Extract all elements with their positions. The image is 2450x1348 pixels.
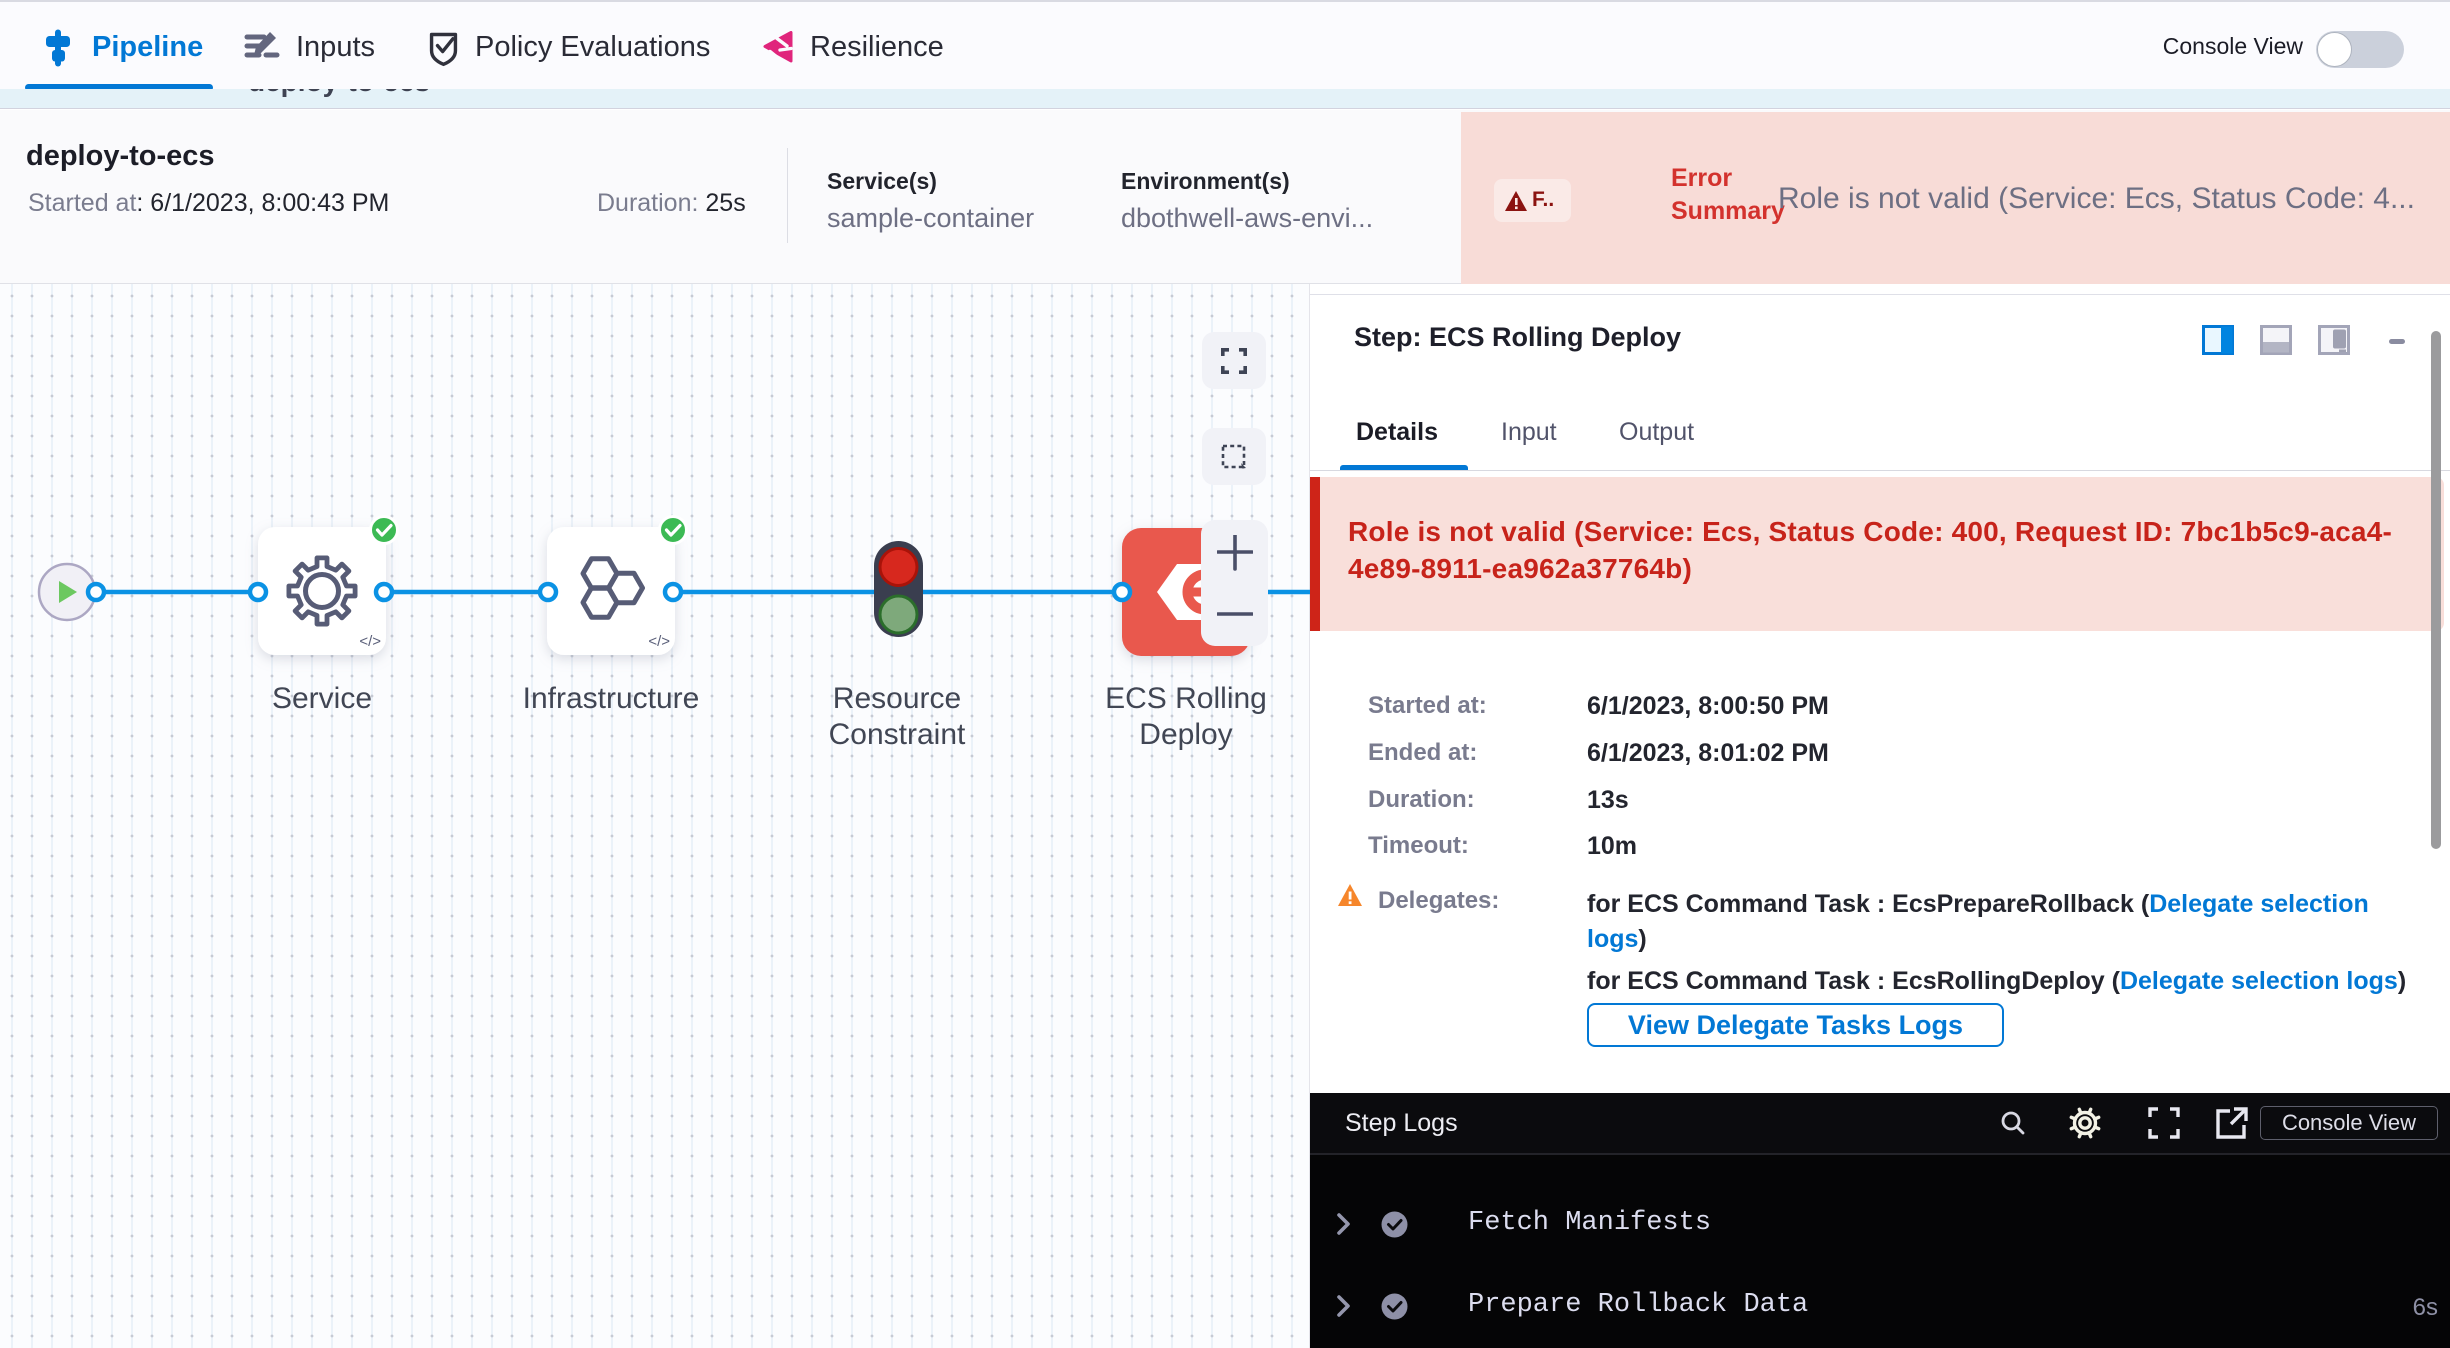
svg-text:</>: </> [648,633,670,650]
svg-text:ECS Rolling: ECS Rolling [1105,682,1267,715]
svg-text:Infrastructure: Infrastructure [523,682,700,715]
svg-text:Service: Service [272,682,372,715]
svg-text:</>: </> [359,633,381,650]
svg-text:Deploy: Deploy [1139,718,1232,751]
svg-text:Resource: Resource [833,682,961,715]
svg-text:Constraint: Constraint [829,718,966,751]
